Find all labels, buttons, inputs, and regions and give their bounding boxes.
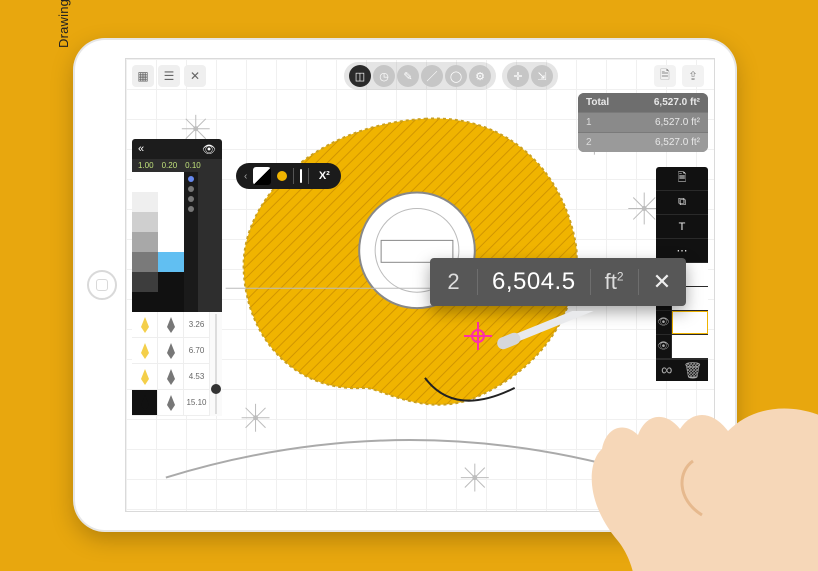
gray-swatch[interactable] — [132, 292, 158, 312]
color-swatch[interactable] — [158, 212, 184, 232]
fill-color-swatch[interactable] — [277, 171, 287, 181]
pen-nib-2[interactable] — [132, 338, 158, 364]
ruler-dot[interactable] — [188, 186, 194, 192]
brush-size-slider[interactable] — [210, 312, 222, 416]
readout-index: 2 — [430, 269, 478, 295]
credit-label: Drawing by SO-IL — [56, 0, 71, 48]
measurement-idx: 1 — [586, 117, 600, 128]
gray-swatch[interactable] — [132, 252, 158, 272]
visibility-eye-icon[interactable]: 👁 — [656, 335, 672, 358]
measurement-row[interactable]: 2 6,527.0 ft² — [578, 132, 708, 152]
pen-nib-3[interactable]: 4.53 — [184, 364, 210, 390]
pill-collapse-chevron-icon[interactable]: ‹ — [244, 171, 247, 182]
pen-nib-2[interactable]: 6.70 — [184, 338, 210, 364]
gray-swatch[interactable] — [132, 212, 158, 232]
color-swatch[interactable] — [158, 172, 184, 192]
area-readout: 2 6,504.5 ft2 ✕ — [430, 258, 686, 306]
compass-tool[interactable]: ✎ — [397, 65, 419, 87]
gray-swatch[interactable] — [132, 272, 158, 292]
guide-value: 0.20 — [162, 161, 178, 170]
gray-swatch[interactable] — [132, 232, 158, 252]
pen-nib-3[interactable] — [158, 364, 184, 390]
link-icon[interactable]: ∞ — [661, 362, 672, 380]
trash-icon[interactable]: 🗑 — [683, 361, 703, 381]
new-layer-icon[interactable]: 🗎 — [656, 167, 708, 191]
target-tool[interactable]: ✛ — [507, 65, 529, 87]
measurement-row[interactable]: 1 6,527.0 ft² — [578, 112, 708, 132]
pen-nib-1[interactable] — [158, 312, 184, 338]
color-swatch[interactable] — [158, 232, 184, 252]
expand-tool[interactable]: ⇲ — [531, 65, 553, 87]
home-button[interactable] — [87, 270, 117, 300]
color-swatch[interactable] — [158, 292, 184, 312]
pen-nib-3[interactable] — [132, 364, 158, 390]
pen-nib-4[interactable] — [158, 390, 184, 416]
ruler-dot[interactable] — [188, 176, 194, 182]
pen-nib-1[interactable]: 3.26 — [184, 312, 210, 338]
measurements-total-value: 6,527.0 ft² — [654, 97, 700, 108]
shape-tool[interactable]: ◯ — [445, 65, 467, 87]
palette-collapse-chevron-icon[interactable]: « — [138, 143, 139, 155]
projects-icon[interactable]: ☰ — [158, 65, 180, 87]
gray-swatch[interactable] — [132, 172, 158, 192]
line-tool[interactable]: ／ — [421, 65, 443, 87]
color-swatch[interactable] — [158, 252, 184, 272]
color-swatch[interactable] — [158, 272, 184, 292]
readout-unit: ft2 — [590, 269, 638, 295]
pen-nib-2[interactable] — [158, 338, 184, 364]
measurement-value: 6,527.0 ft² — [655, 137, 700, 148]
gray-swatch[interactable] — [132, 192, 158, 212]
color-swatch[interactable] — [158, 192, 184, 212]
measurement-idx: 2 — [586, 137, 600, 148]
ruler-dot[interactable] — [188, 196, 194, 202]
layer-thumbnail[interactable] — [672, 311, 708, 334]
layer-row[interactable]: 👁 — [656, 311, 708, 335]
guide-value: 1.00 — [138, 161, 154, 170]
pen-nib-4[interactable]: 15.10 — [184, 390, 210, 416]
settings-icon[interactable]: ✕ — [184, 65, 206, 87]
measurement-value: 6,527.0 ft² — [655, 117, 700, 128]
layer-thumbnail[interactable] — [672, 335, 708, 358]
measure-crosshair-icon[interactable] — [466, 324, 490, 348]
ruler-dot[interactable] — [188, 206, 194, 212]
clock-tool[interactable]: ◷ — [373, 65, 395, 87]
readout-close-button[interactable]: ✕ — [638, 269, 686, 295]
readout-value: 6,504.5 — [478, 268, 590, 296]
top-toolbar: ▦☰✕ ◫◷✎／◯⚙ ✛⇲ 🗎 ⇪ — [132, 63, 708, 89]
apps-grid-icon[interactable]: ▦ — [132, 65, 154, 87]
stroke-icon[interactable] — [300, 169, 302, 183]
measurements-total-label: Total — [586, 97, 609, 108]
guide-value: 0.10 — [185, 161, 201, 170]
brush-palette[interactable]: « 👁 1.00 0.20 0.10 3.266.704.5315.10 — [132, 139, 222, 416]
layer-row[interactable]: 👁 — [656, 335, 708, 359]
visibility-eye-icon[interactable]: 👁 — [656, 311, 672, 334]
document-icon[interactable]: 🗎 — [654, 65, 676, 87]
duplicate-layer-icon[interactable]: ⧉ — [656, 191, 708, 215]
pen-nib-4[interactable] — [132, 390, 158, 416]
fill-mode-pill[interactable]: ‹ X² — [236, 163, 341, 189]
area-mode-icon[interactable]: X² — [315, 167, 333, 185]
fill-bucket-icon[interactable] — [253, 167, 271, 185]
pen-nib-1[interactable] — [132, 312, 158, 338]
hatch-tool[interactable]: ◫ — [349, 65, 371, 87]
measurements-panel[interactable]: Total 6,527.0 ft² 1 6,527.0 ft² 2 6,527.0 f… — [578, 93, 708, 152]
text-layer-icon[interactable]: T — [656, 215, 708, 239]
gear-tool[interactable]: ⚙ — [469, 65, 491, 87]
share-icon[interactable]: ⇪ — [682, 65, 704, 87]
palette-visibility-eye-icon[interactable]: 👁 — [202, 143, 216, 156]
